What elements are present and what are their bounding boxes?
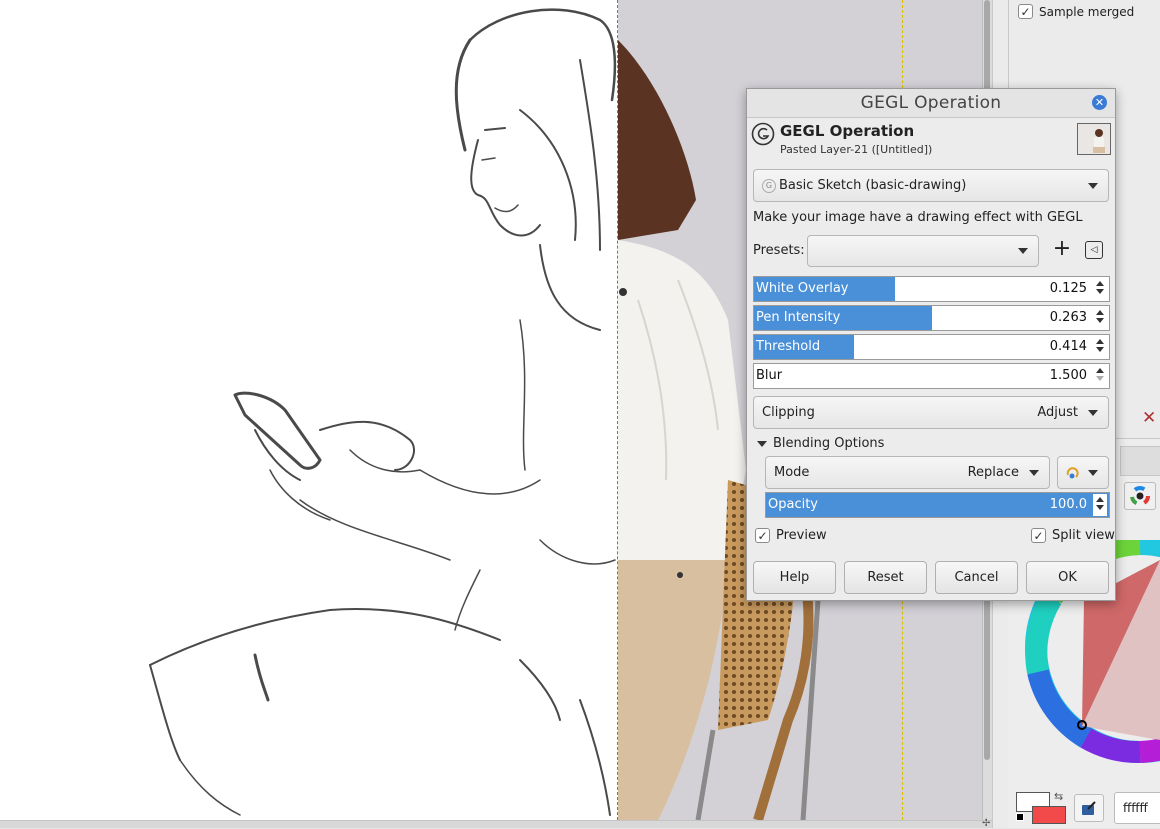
cancel-button[interactable]: Cancel: [935, 561, 1018, 594]
help-button[interactable]: Help: [753, 561, 836, 594]
composite-mode-select[interactable]: [1057, 456, 1109, 489]
clipping-select[interactable]: Clipping Adjust: [753, 396, 1109, 429]
expander-triangle-icon: [757, 440, 767, 447]
sketch-preview-half: [0, 0, 618, 820]
color-wheel-icon: [1130, 486, 1150, 506]
gegl-small-icon: G: [762, 178, 776, 193]
clipping-value: Adjust: [1037, 405, 1078, 420]
eyedropper-button[interactable]: [1074, 794, 1104, 822]
blur-value[interactable]: 1.500: [1050, 364, 1087, 388]
white-overlay-label: White Overlay: [756, 281, 849, 296]
operation-select[interactable]: G Basic Sketch (basic-drawing): [753, 169, 1109, 202]
mode-label: Mode: [774, 465, 810, 480]
preview-option[interactable]: ✓ Preview: [755, 528, 827, 543]
preview-label: Preview: [776, 528, 827, 543]
chevron-down-icon: [1088, 182, 1098, 189]
split-view-checkbox[interactable]: ✓: [1031, 528, 1046, 543]
pen-intensity-label: Pen Intensity: [756, 310, 841, 325]
default-colors-icon[interactable]: [1016, 813, 1024, 821]
eyedropper-icon: [1082, 801, 1096, 815]
composite-mode-icon: [1066, 466, 1079, 478]
dock-tab-bar[interactable]: [1120, 446, 1160, 476]
spin-arrows[interactable]: [1093, 494, 1107, 516]
swap-colors-icon[interactable]: ⇆: [1054, 790, 1063, 803]
split-view-option[interactable]: ✓ Split view: [1031, 528, 1115, 543]
clipping-label: Clipping: [762, 405, 815, 420]
opacity-spinscale[interactable]: Opacity 100.0: [765, 492, 1110, 518]
blending-options-expander[interactable]: Blending Options: [757, 436, 884, 451]
layer-thumbnail: [1077, 123, 1111, 155]
navigate-icon[interactable]: ✢: [982, 818, 990, 829]
close-icon[interactable]: ✕: [1092, 95, 1107, 110]
reset-button[interactable]: Reset: [844, 561, 927, 594]
add-preset-icon[interactable]: +: [1051, 236, 1073, 264]
opacity-value[interactable]: 100.0: [1050, 493, 1087, 517]
white-overlay-value[interactable]: 0.125: [1050, 277, 1087, 301]
spin-arrows[interactable]: [1093, 278, 1107, 300]
spin-arrows[interactable]: [1093, 336, 1107, 358]
canvas-horizontal-scrollbar[interactable]: [0, 820, 992, 828]
threshold-value[interactable]: 0.414: [1050, 335, 1087, 359]
split-view-label: Split view: [1052, 528, 1115, 543]
chevron-down-icon: [1088, 409, 1098, 416]
spin-arrows[interactable]: [1093, 365, 1107, 387]
hex-color-input[interactable]: ffffff: [1114, 792, 1160, 824]
presets-select[interactable]: [807, 235, 1039, 267]
blur-label: Blur: [756, 368, 783, 383]
blur-spinscale[interactable]: Blur 1.500: [753, 363, 1110, 389]
dialog-header-title: GEGL Operation: [780, 122, 915, 140]
preview-checkbox[interactable]: ✓: [755, 528, 770, 543]
layer-name: Pasted Layer-21 ([Untitled]): [780, 143, 933, 156]
sample-merged-label: Sample merged: [1039, 4, 1135, 19]
spin-arrows[interactable]: [1093, 307, 1107, 329]
chevron-down-icon: [1088, 469, 1098, 476]
sample-merged-checkbox[interactable]: ✓: [1018, 4, 1033, 19]
sketch-drawing: [149, 8, 617, 816]
operation-description: Make your image have a drawing effect wi…: [753, 210, 1083, 225]
threshold-label: Threshold: [756, 339, 821, 354]
dialog-title: GEGL Operation: [860, 93, 1002, 113]
chevron-down-icon: [1018, 248, 1028, 254]
split-view-guide[interactable]: [617, 0, 618, 820]
threshold-spinscale[interactable]: Threshold 0.414: [753, 334, 1110, 360]
ok-button[interactable]: OK: [1026, 561, 1109, 594]
dialog-titlebar[interactable]: GEGL Operation ✕: [747, 89, 1115, 118]
pen-intensity-spinscale[interactable]: Pen Intensity 0.263: [753, 305, 1110, 331]
color-wheel-tab[interactable]: [1124, 482, 1156, 510]
white-overlay-spinscale[interactable]: White Overlay 0.125: [753, 276, 1110, 302]
blending-options-label: Blending Options: [773, 436, 885, 451]
operation-name: Basic Sketch (basic-drawing): [779, 178, 967, 193]
opacity-label: Opacity: [768, 497, 819, 512]
gegl-icon: [751, 122, 775, 146]
dock-close-icon[interactable]: ✕: [1142, 408, 1156, 428]
background-color-swatch[interactable]: [1032, 806, 1066, 824]
mode-select[interactable]: Mode Replace: [765, 456, 1050, 489]
gegl-operation-dialog: GEGL Operation ✕ GEGL Operation Pasted L…: [746, 88, 1116, 601]
sample-merged-option[interactable]: ✓ Sample merged: [1018, 4, 1134, 19]
chevron-down-icon: [1029, 469, 1039, 476]
presets-label: Presets:: [753, 243, 805, 258]
preset-menu-icon[interactable]: ◁: [1085, 241, 1103, 259]
pen-intensity-value[interactable]: 0.263: [1050, 306, 1087, 330]
mode-value: Replace: [967, 465, 1019, 480]
